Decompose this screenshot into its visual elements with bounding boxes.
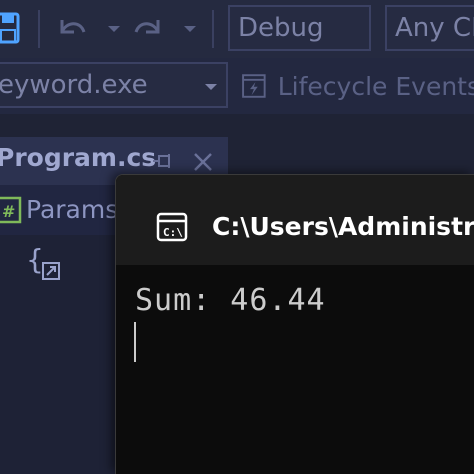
solution-platform-value: Any CP [395,13,474,43]
redo-icon [134,20,160,34]
chevron-down-icon [205,84,217,90]
lifecycle-events-label: Lifecycle Events [277,71,474,101]
svg-text:#: # [2,202,15,221]
chevron-down-icon [108,26,120,32]
redo-dropdown-button[interactable] [180,18,200,40]
standard-toolbar: Debug Any CP [0,0,474,58]
close-tab-button[interactable] [190,149,216,175]
debug-toolbar: eyword.exe Lifecycle Events [0,58,474,114]
solution-configuration-value: Debug [238,13,324,43]
save-icon [0,12,20,44]
toolbar-separator [38,10,40,48]
toolbar-separator [212,10,214,48]
console-output-line: Sum: 46.44 [135,283,326,318]
navigation-bar-project: Params [26,195,119,224]
pin-tab-button[interactable] [150,149,174,173]
console-title-bar[interactable]: C:\ C:\Users\Administrato [116,175,474,265]
console-cursor [134,322,136,362]
csharp-project-icon: # [0,196,22,224]
chevron-down-icon [184,26,196,32]
startup-item-combo[interactable]: eyword.exe [0,62,228,108]
solution-platform-combo[interactable]: Any CP [385,5,474,51]
undo-button[interactable] [54,10,88,46]
solution-configuration-combo[interactable]: Debug [228,5,371,51]
console-icon: C:\ [156,212,188,242]
tab-title: Program.cs [0,143,157,172]
svg-text:{: { [26,245,44,276]
console-window[interactable]: C:\ C:\Users\Administrato Sum: 46.44 [115,174,474,474]
startup-item-value: eyword.exe [0,70,148,100]
code-editor[interactable]: { [0,235,116,474]
lifecycle-events-button[interactable]: Lifecycle Events [240,64,474,108]
console-title: C:\Users\Administrato [212,212,474,241]
pin-icon [153,154,170,168]
close-icon [194,153,212,171]
lightning-icon [242,74,266,98]
undo-icon [60,20,86,34]
undo-dropdown-button[interactable] [104,18,124,40]
redo-button[interactable] [132,10,166,46]
namespace-icon: { [26,245,60,280]
save-all-button[interactable] [0,10,24,46]
svg-text:C:\: C:\ [163,226,183,239]
